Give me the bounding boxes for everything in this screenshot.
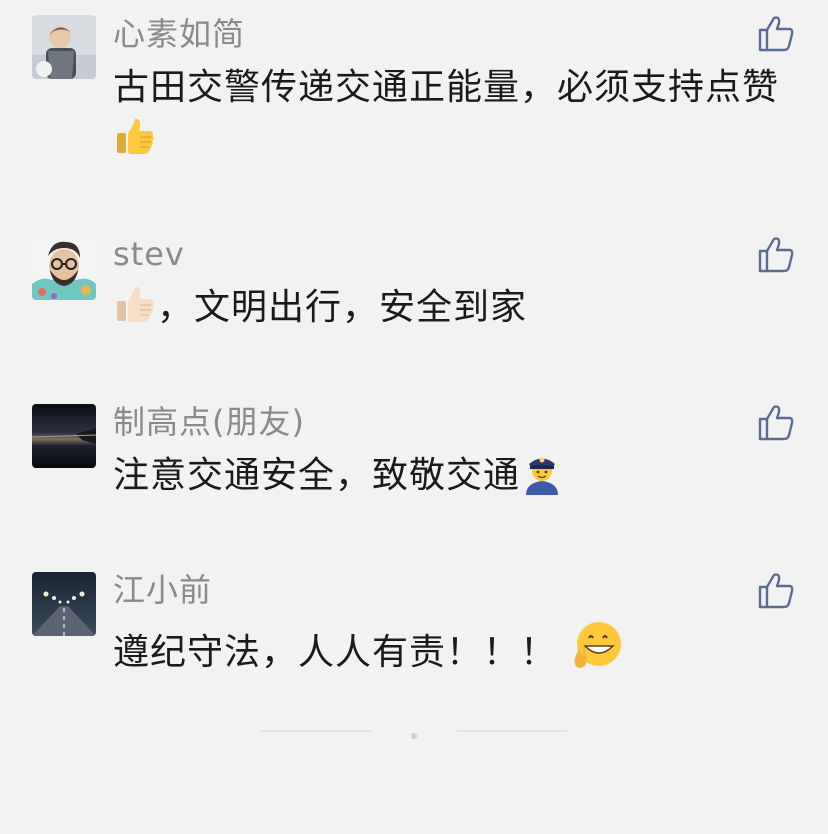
footer-divider-right: [457, 730, 567, 732]
comment-text: 古田交警传递交通正能量，必须支持点赞: [113, 62, 803, 174]
comment-text: 遵纪守法，人人有责！！！: [113, 618, 803, 687]
comment-item: 制高点(朋友) 注意交通安全，致敬交通: [0, 370, 828, 540]
commenter-name[interactable]: 制高点(朋友): [113, 402, 305, 442]
comment-text: ，文明出行，安全到家: [113, 282, 803, 342]
comment-text-content: 注意交通安全，致敬交通: [113, 455, 521, 496]
like-button[interactable]: [756, 234, 796, 274]
avatar[interactable]: [32, 15, 96, 79]
like-button[interactable]: [756, 13, 796, 53]
thumbs-up-outline-icon: [758, 16, 794, 52]
avatar[interactable]: [32, 572, 96, 636]
thumbs-up-outline-icon: [758, 573, 794, 609]
footer-divider-left: [261, 730, 371, 732]
comment-item: 心素如简 古田交警传递交通正能量，必须支持点赞: [0, 0, 828, 200]
comment-text: 注意交通安全，致敬交通: [113, 450, 803, 510]
police-officer-emoji: [520, 451, 564, 510]
thumbs-up-light-emoji: [113, 283, 157, 342]
like-button[interactable]: [756, 570, 796, 610]
victory-grin-emoji: [571, 618, 625, 687]
comment-text-content: ，文明出行，安全到家: [157, 287, 528, 328]
commenter-name[interactable]: stev: [113, 234, 185, 274]
comment-item: stev ，文明出行，安全到家: [0, 200, 828, 370]
avatar[interactable]: [32, 404, 96, 468]
thumbs-up-outline-icon: [758, 237, 794, 273]
commenter-name[interactable]: 心素如简: [113, 14, 245, 54]
thumbs-up-emoji: [113, 115, 157, 174]
avatar[interactable]: [32, 236, 96, 300]
footer-dot: [411, 733, 417, 739]
thumbs-up-outline-icon: [758, 405, 794, 441]
comment-text-content: 古田交警传递交通正能量，必须支持点赞: [113, 67, 780, 108]
comment-text-content: 遵纪守法，人人有责！！！: [113, 632, 558, 673]
like-button[interactable]: [756, 402, 796, 442]
comment-item: 江小前 遵纪守法，人人有责！！！: [0, 540, 828, 700]
commenter-name[interactable]: 江小前: [113, 570, 212, 610]
